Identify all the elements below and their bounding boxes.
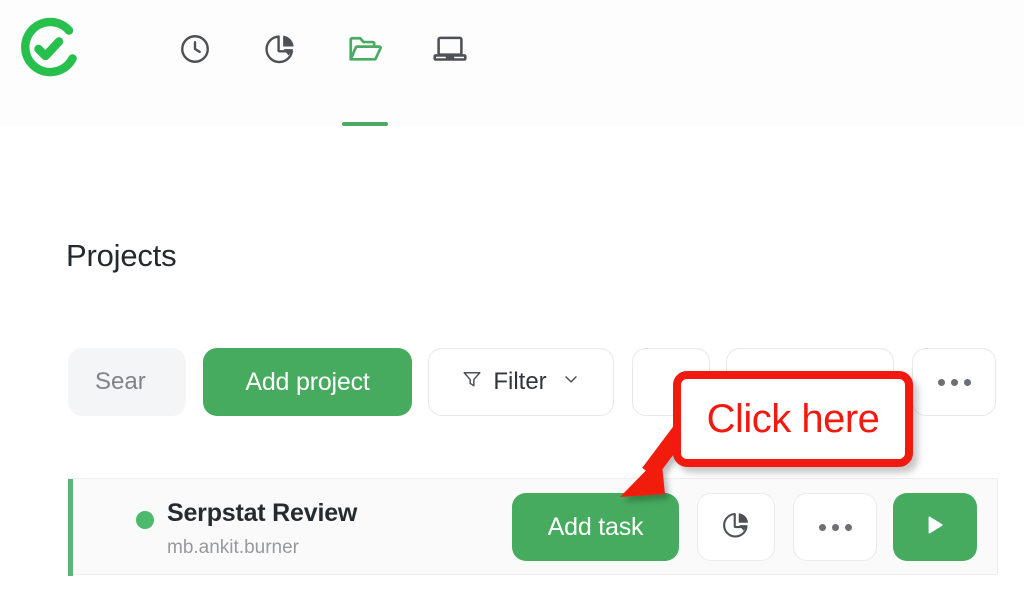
project-more-button[interactable] — [793, 493, 877, 561]
toolbar-secondary-button-b[interactable] — [726, 348, 894, 416]
filter-button[interactable]: Filter — [428, 348, 614, 416]
row-accent-bar — [68, 479, 73, 576]
status-badge — [136, 511, 154, 529]
toolbar-more-button[interactable] — [912, 348, 996, 416]
add-task-button[interactable]: Add task — [512, 493, 679, 561]
filter-label: Filter — [493, 368, 547, 395]
ellipsis-icon — [937, 378, 971, 386]
project-report-button[interactable] — [697, 493, 775, 561]
search-input[interactable]: Sear — [68, 348, 186, 416]
nav-active-indicator — [342, 122, 388, 126]
start-timer-button[interactable] — [893, 493, 977, 561]
add-project-button[interactable]: Add project — [203, 348, 412, 416]
project-owner: mb.ankit.burner — [167, 537, 300, 558]
table-row[interactable]: Serpstat Review mb.ankit.burner Add task — [68, 478, 998, 576]
pie-chart-icon — [245, 20, 315, 78]
laptop-icon — [415, 20, 485, 78]
nav-item-apps[interactable] — [415, 20, 485, 126]
funnel-icon — [461, 368, 483, 397]
folder-open-icon — [330, 20, 400, 78]
projects-toolbar: Sear Add project Filter — [0, 348, 1024, 420]
top-navigation-bar — [0, 0, 1024, 126]
project-name: Serpstat Review — [167, 499, 358, 527]
nav-item-timer[interactable] — [160, 20, 230, 126]
clock-icon — [160, 20, 230, 78]
toolbar-secondary-button-a[interactable] — [632, 348, 710, 416]
pie-chart-icon — [721, 510, 751, 545]
chevron-down-icon — [561, 368, 581, 396]
ellipsis-icon — [818, 523, 852, 531]
nav-item-reports[interactable] — [245, 20, 315, 126]
checkmark-circle-logo-icon — [21, 17, 77, 77]
play-icon — [921, 511, 949, 544]
page-title: Projects — [66, 238, 177, 273]
app-root: Projects Sear Add project Filter Serpsta… — [0, 0, 1024, 611]
nav-item-projects[interactable] — [330, 20, 400, 126]
search-placeholder-text: Sear — [95, 368, 146, 395]
app-logo[interactable] — [13, 14, 83, 84]
